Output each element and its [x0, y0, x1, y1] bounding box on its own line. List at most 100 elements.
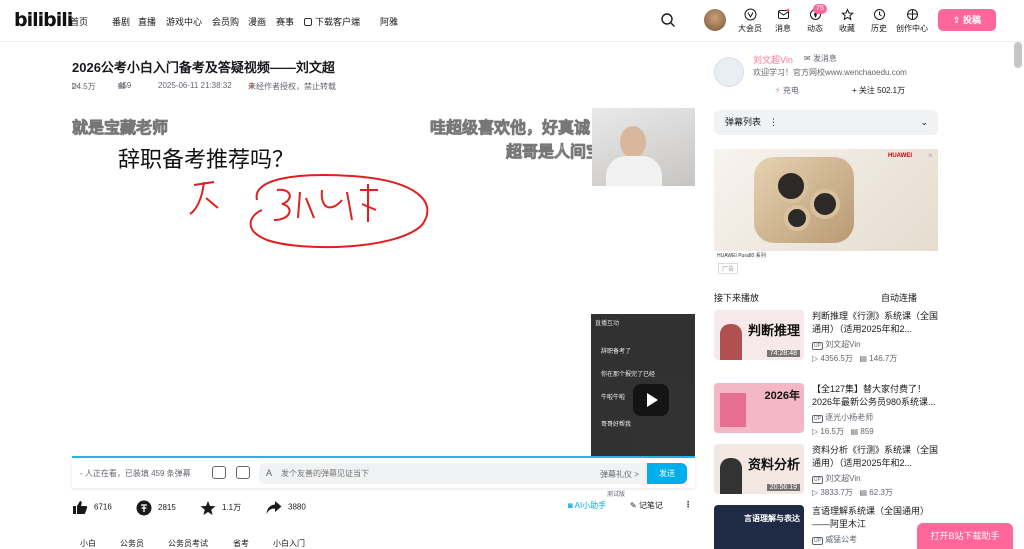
notes-button[interactable]: ✎ 记笔记 — [630, 500, 663, 511]
chat-message: 哥哥好帮我 — [601, 422, 632, 428]
video-uploader[interactable]: UP 逐光小杨老师 — [812, 412, 873, 423]
danmaku-list-toggle[interactable]: 弹幕列表 ⋮ ⌄ — [714, 110, 938, 135]
up-icon: UP — [812, 476, 823, 484]
uploader-desc: 欢迎学习！官方网校www.wenchaoedu.com — [753, 68, 907, 77]
favorite-star-icon — [200, 501, 216, 515]
danmaku-count-icon: ▤ — [850, 427, 861, 436]
video-uploader[interactable]: UP 刘文超Vin — [812, 339, 861, 350]
topbar-message[interactable]: 消息 — [766, 8, 800, 34]
like-icon — [73, 501, 88, 514]
uploader-name[interactable]: 刘文超Vin — [753, 53, 793, 66]
danmaku-count-icon: ▤ — [859, 354, 870, 363]
video-title[interactable]: 【全127集】替大家付费了！2026年最新公务员980系统课... — [812, 383, 942, 409]
play-button[interactable] — [633, 384, 669, 416]
tag-item[interactable]: 省考 — [233, 538, 249, 549]
video-stats: ▷ 4356.5万 ▤ 146.7万 — [812, 354, 898, 363]
danmaku-toggle-icon[interactable] — [212, 466, 226, 479]
recommended-video[interactable]: 判断推理 74:28:48 判断推理《行测》系统课（全国通用）（适用2025年和2… — [714, 310, 938, 364]
ad-caption: HUAWEI Pura80 系列 — [717, 253, 766, 259]
more-options-icon[interactable]: ⋮ — [684, 500, 692, 509]
creator-icon — [906, 9, 918, 20]
tag-item[interactable]: 小白 — [80, 538, 96, 549]
topbar-vip[interactable]: 大会员 — [733, 8, 767, 34]
favorite-button[interactable]: 1.1万 — [200, 500, 241, 516]
topbar-creator[interactable]: 创作中心 — [895, 8, 929, 34]
video-title[interactable]: 资料分析《行测》系统课（全国通用）（适用2025年和2... — [812, 444, 942, 470]
danmaku-input[interactable] — [259, 463, 647, 484]
uploader-avatar[interactable] — [714, 57, 744, 87]
video-title[interactable]: 判断推理《行测》系统课（全国通用）（适用2025年和2... — [812, 310, 942, 336]
advertisement-banner[interactable]: HUAWEI × — [714, 149, 938, 251]
send-danmaku-button[interactable]: 发送 — [647, 463, 687, 484]
favorite-icon — [840, 8, 854, 21]
recommended-video[interactable]: 言语理解与表达 言语理解系统课（全国通用）——阿里木江 UP 威猛公考 — [714, 505, 938, 549]
recommended-video[interactable]: 资料分析 20:56:19 资料分析《行测》系统课（全国通用）（适用2025年和2… — [714, 444, 938, 498]
video-thumbnail[interactable]: 2026年 — [714, 383, 804, 433]
video-uploader[interactable]: UP 刘文超Vin — [812, 473, 861, 484]
chevron-down-icon: ⌄ — [920, 117, 928, 127]
tag-item[interactable]: 小白入门 — [273, 538, 305, 549]
publish-date: 2025-06-11 21:38:32 — [158, 81, 232, 90]
nav-home[interactable]: 首页 — [70, 15, 88, 28]
chat-message: 辞职备考了 — [601, 349, 632, 355]
chat-message: 你在那个报完了已经 — [601, 372, 656, 378]
recommended-video[interactable]: 2026年 【全127集】替大家付费了！2026年最新公务员980系统课... … — [714, 383, 938, 437]
coin-button[interactable]: 2815 — [136, 500, 176, 516]
nav-manga[interactable]: 漫画 — [248, 15, 266, 28]
teacher-figure — [620, 126, 646, 158]
nav-live[interactable]: 直播 — [138, 15, 156, 28]
ad-tag: 广告 — [718, 263, 739, 274]
video-thumbnail[interactable]: 资料分析 20:56:19 — [714, 444, 804, 494]
video-title: 2026公考小白入门备考及答疑视频——刘文超 — [72, 60, 335, 75]
tag-item[interactable]: 公务员考试 — [168, 538, 208, 549]
up-next-header: 接下来播放 — [714, 293, 760, 303]
danmaku-style-icon[interactable]: A — [266, 468, 272, 478]
message-icon — [777, 8, 789, 19]
nav-download[interactable]: 下载客户端 — [304, 15, 360, 28]
video-thumbnail[interactable]: 言语理解与表达 — [714, 505, 804, 549]
nav-esports[interactable]: 赛事 — [276, 15, 294, 28]
notes-icon: ✎ — [630, 501, 639, 510]
upload-icon: ⇪ — [952, 15, 964, 25]
user-avatar[interactable] — [704, 9, 726, 31]
topbar-favorite[interactable]: 收藏 — [830, 8, 864, 34]
bilibili-logo[interactable]: bilibili — [14, 9, 73, 31]
ad-close-icon[interactable]: × — [928, 151, 933, 160]
books-image — [720, 393, 746, 427]
video-player[interactable]: 辞职备考推荐吗？ 就是宝藏老师 哇超级喜欢他，好真诚 超哥是人间宝藏 直播互动 … — [72, 108, 695, 458]
teacher-figure — [720, 458, 742, 494]
camera-lens — [774, 169, 808, 203]
topbar-history[interactable]: 历史 — [862, 8, 896, 34]
nav-aya[interactable]: 阿雅 — [380, 15, 398, 28]
nav-game[interactable]: 游戏中心 — [166, 15, 202, 28]
nav-anime[interactable]: 番剧 — [112, 15, 130, 28]
like-button[interactable]: 6716 — [72, 500, 112, 515]
tag-item[interactable]: 公务员 — [120, 538, 144, 549]
ai-assistant-button[interactable]: ◙ AI小助手 — [568, 500, 606, 511]
danmaku-settings-icon[interactable] — [236, 466, 250, 479]
camera-lens — [784, 205, 810, 231]
danmaku-etiquette-link[interactable]: 弹幕礼仪 > — [600, 469, 639, 480]
upload-button[interactable]: ⇪ 投稿 — [938, 9, 996, 31]
video-stats: ▷ 16.5万 ▤ 859 — [812, 427, 874, 436]
video-stats: ▷ 3833.7万 ▤ 62.3万 — [812, 488, 893, 497]
viewer-status: - 人正在看，已装填 459 条弹幕 — [80, 469, 191, 478]
beta-label: 测试版 — [607, 492, 626, 498]
video-actions: 6716 2815 1.1万 3880 ◙ AI小助手 ✎ 记笔记 ⋮ — [72, 498, 695, 518]
follow-button[interactable]: + 关注 502.1万 — [852, 85, 905, 96]
charge-button[interactable]: ⚡ 充电 — [775, 85, 799, 96]
autoplay-toggle[interactable]: 自动连播 — [881, 291, 917, 304]
video-thumbnail[interactable]: 判断推理 74:28:48 — [714, 310, 804, 360]
chat-header: 直播互动 — [595, 321, 620, 327]
teacher-figure — [720, 324, 742, 360]
activity-badge: 75 — [813, 4, 827, 14]
share-button[interactable]: 3880 — [266, 500, 306, 515]
danmu-item: 哇超级喜欢他，好真诚 — [430, 120, 591, 138]
search-icon[interactable] — [660, 12, 676, 28]
video-uploader[interactable]: UP 威猛公考 — [812, 534, 857, 545]
scrollbar-thumb[interactable] — [1014, 42, 1022, 68]
danmaku-send-bar: - 人正在看，已装填 459 条弹幕 A 弹幕礼仪 > 发送 — [72, 458, 695, 488]
download-helper-button[interactable]: 打开B站下载助手 — [917, 523, 1013, 549]
nav-shop[interactable]: 会员购 — [212, 15, 239, 28]
send-message-button[interactable]: ✉ 发消息 — [804, 53, 837, 64]
